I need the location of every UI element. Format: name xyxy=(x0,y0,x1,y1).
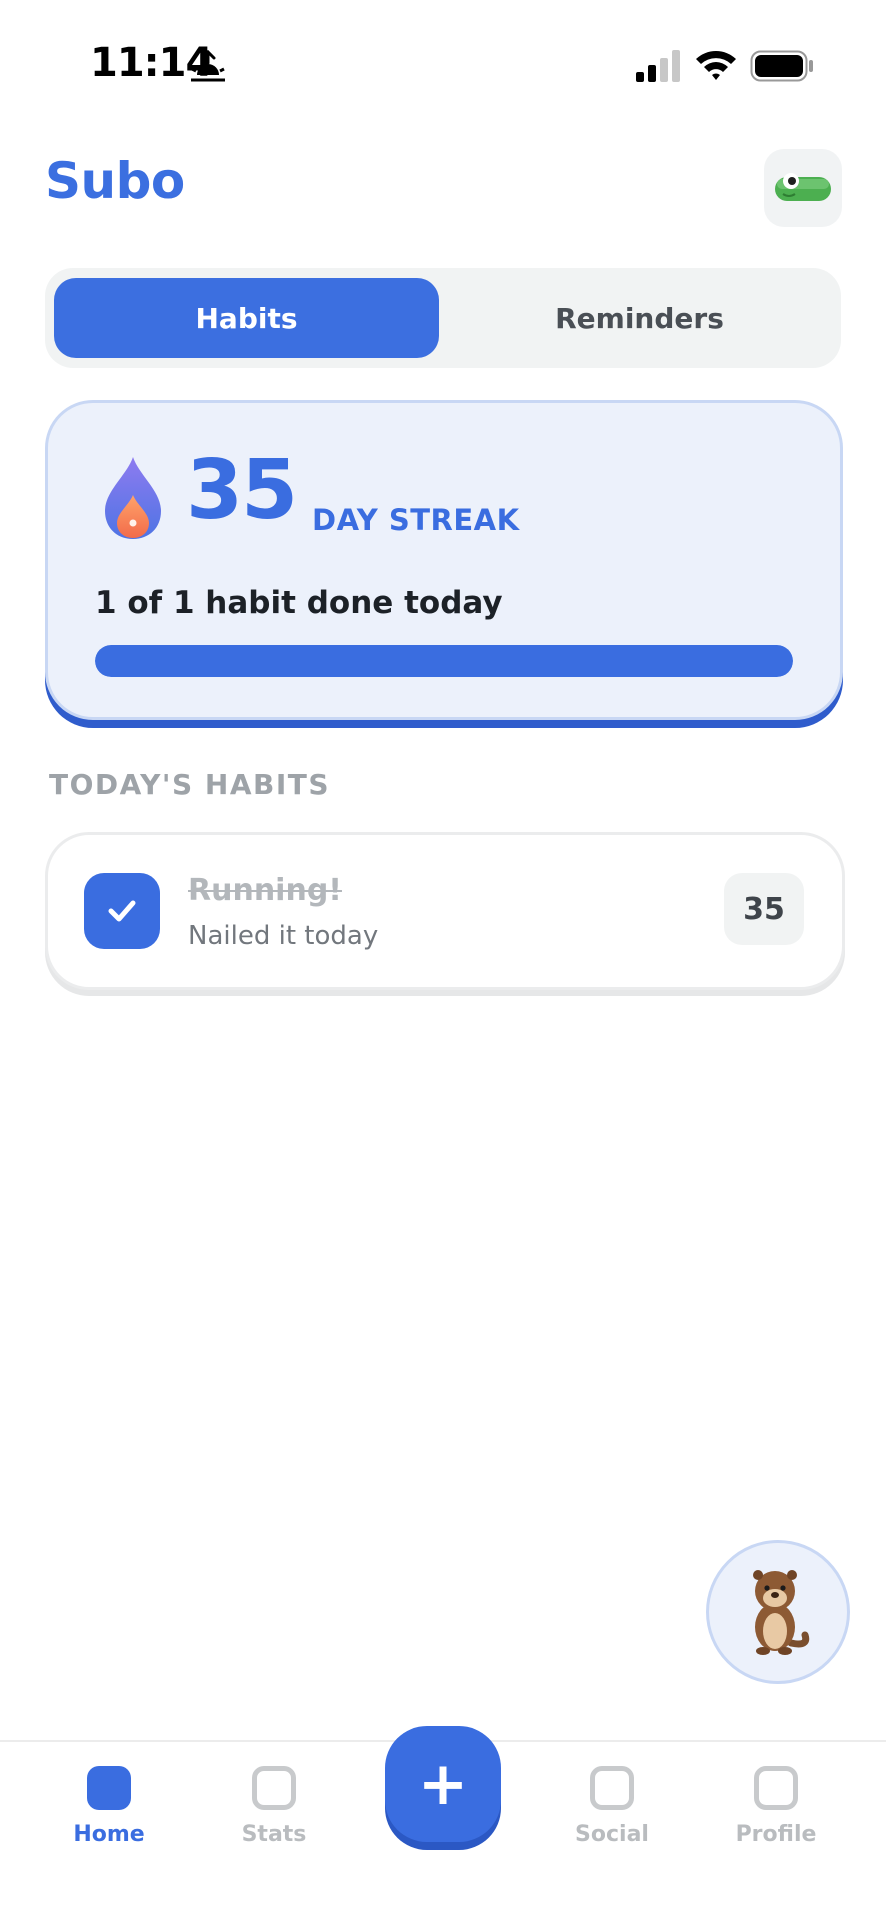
otter-icon xyxy=(753,1570,810,1655)
progress-bar xyxy=(95,645,793,677)
app-title: Subo xyxy=(45,152,185,210)
mascot-fab-button[interactable] xyxy=(706,1540,850,1684)
nav-social-label: Social xyxy=(575,1822,649,1847)
nav-stats[interactable]: Stats xyxy=(214,1766,334,1866)
habit-status: Nailed it today xyxy=(188,921,379,951)
nav-profile[interactable]: Profile xyxy=(716,1766,836,1866)
habit-name: Running! xyxy=(188,873,342,908)
tab-habits[interactable]: Habits xyxy=(54,278,439,358)
streak-label: DAY STREAK xyxy=(312,503,520,537)
status-bar: 11:14 xyxy=(0,0,886,130)
tab-reminders[interactable]: Reminders xyxy=(447,278,832,358)
stats-icon xyxy=(252,1766,296,1810)
streak-count: 35 xyxy=(186,443,298,538)
sunrise-icon xyxy=(191,49,225,82)
signal-icon xyxy=(636,50,680,82)
nav-home[interactable]: Home xyxy=(49,1766,169,1866)
nav-stats-label: Stats xyxy=(241,1822,307,1847)
mascot-toggle-icon xyxy=(775,173,831,201)
streak-card: 35 DAY STREAK 1 of 1 habit done today xyxy=(45,400,843,720)
nav-home-label: Home xyxy=(73,1822,145,1847)
habit-streak-count: 35 xyxy=(724,873,804,945)
add-habit-button[interactable]: + xyxy=(385,1726,501,1842)
progress-text: 1 of 1 habit done today xyxy=(95,585,503,621)
view-tabs: Habits Reminders xyxy=(45,268,841,368)
nav-profile-label: Profile xyxy=(735,1822,817,1847)
nav-social[interactable]: Social xyxy=(552,1766,672,1866)
profile-icon xyxy=(754,1766,798,1810)
progress-fill xyxy=(95,645,793,677)
battery-icon xyxy=(750,50,813,82)
wifi-icon xyxy=(696,51,736,80)
check-icon xyxy=(108,900,136,922)
social-icon xyxy=(590,1766,634,1810)
mascot-toggle-button[interactable] xyxy=(764,149,842,227)
section-heading: TODAY'S HABITS xyxy=(49,768,331,801)
habit-card[interactable]: Running! Nailed it today 35 xyxy=(45,832,845,990)
flame-icon xyxy=(105,457,161,539)
home-icon xyxy=(87,1766,131,1810)
habit-checkbox[interactable] xyxy=(84,873,160,949)
